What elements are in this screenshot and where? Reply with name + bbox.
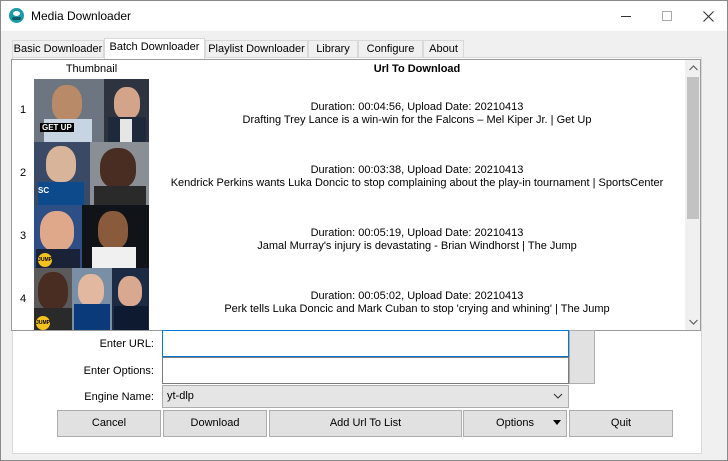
thumbnail-caption: JUMP bbox=[38, 253, 52, 267]
dropdown-arrow-icon bbox=[553, 420, 561, 425]
table-row[interactable]: 4 JUMP Duration: 00:05:02, Upload Date: … bbox=[12, 268, 685, 330]
engine-select[interactable]: yt-dlp bbox=[162, 385, 569, 408]
url-column-header[interactable]: Url To Download bbox=[149, 60, 685, 79]
chevron-down-icon bbox=[688, 319, 698, 325]
video-title: Drafting Trey Lance is a win-win for the… bbox=[242, 114, 592, 126]
thumbnail-caption: SC bbox=[38, 186, 50, 195]
thumbnail-caption: JUMP bbox=[36, 316, 50, 330]
url-cell[interactable]: Duration: 00:03:38, Upload Date: 2021041… bbox=[149, 142, 685, 205]
video-thumbnail: GET UP bbox=[34, 79, 149, 142]
video-title: Perk tells Luka Doncic and Mark Cuban to… bbox=[224, 303, 610, 315]
thumbnail-caption: GET UP bbox=[40, 123, 74, 132]
url-cell[interactable]: Duration: 00:05:02, Upload Date: 2021041… bbox=[149, 268, 685, 330]
video-thumbnail: JUMP bbox=[34, 268, 149, 330]
minimize-button[interactable] bbox=[603, 1, 649, 31]
options-dropdown-button[interactable]: Options bbox=[463, 410, 567, 437]
tab-batch-downloader[interactable]: Batch Downloader bbox=[104, 38, 205, 59]
video-info: Duration: 00:05:02, Upload Date: 2021041… bbox=[310, 290, 524, 302]
maximize-button[interactable] bbox=[644, 1, 690, 31]
quit-button[interactable]: Quit bbox=[569, 410, 673, 437]
scroll-down-button[interactable] bbox=[685, 314, 700, 330]
chevron-down-icon bbox=[553, 393, 563, 399]
engine-selected-value: yt-dlp bbox=[167, 390, 194, 402]
row-number: 4 bbox=[19, 293, 27, 305]
url-cell[interactable]: Duration: 00:05:19, Upload Date: 2021041… bbox=[149, 205, 685, 268]
options-input[interactable] bbox=[162, 357, 569, 384]
tab-playlist-downloader[interactable]: Playlist Downloader bbox=[205, 40, 308, 58]
scroll-thumb[interactable] bbox=[687, 77, 699, 219]
thumbnail-column-header[interactable]: Thumbnail bbox=[34, 60, 149, 79]
table-row[interactable]: 1 GET UP Duration: 00:04:56, Upload Date… bbox=[12, 79, 685, 142]
tab-about[interactable]: About bbox=[423, 40, 464, 58]
cancel-button[interactable]: Cancel bbox=[57, 410, 161, 437]
row-number: 3 bbox=[19, 230, 27, 242]
row-number: 1 bbox=[19, 104, 27, 116]
add-url-to-list-button[interactable]: Add Url To List bbox=[269, 410, 462, 437]
title-bar[interactable]: Media Downloader bbox=[1, 1, 727, 31]
tab-basic-downloader[interactable]: Basic Downloader bbox=[12, 40, 104, 58]
video-thumbnail: JUMP bbox=[34, 205, 149, 268]
download-button[interactable]: Download bbox=[163, 410, 267, 437]
tab-library[interactable]: Library bbox=[308, 40, 358, 58]
url-cell[interactable]: Duration: 00:04:56, Upload Date: 2021041… bbox=[149, 79, 685, 142]
video-title: Jamal Murray's injury is devastating - B… bbox=[257, 240, 577, 252]
window-title: Media Downloader bbox=[31, 9, 132, 23]
options-button-label: Options bbox=[496, 417, 534, 429]
close-button[interactable] bbox=[685, 1, 728, 31]
video-thumbnail: SC bbox=[34, 142, 149, 205]
app-logo-icon bbox=[9, 8, 24, 23]
table-scrollbar[interactable] bbox=[685, 60, 700, 330]
engine-label: Engine Name: bbox=[84, 391, 154, 403]
table-row[interactable]: 2 SC Duration: 00:03:38, Upload Date: 20… bbox=[12, 142, 685, 205]
options-label: Enter Options: bbox=[83, 365, 154, 377]
chevron-up-icon bbox=[688, 65, 698, 71]
download-list-table[interactable]: Thumbnail Url To Download 1 GET UP Durat… bbox=[11, 59, 701, 331]
close-icon bbox=[702, 10, 714, 22]
minimize-icon bbox=[621, 15, 631, 17]
scroll-up-button[interactable] bbox=[685, 60, 700, 76]
row-number: 2 bbox=[19, 167, 27, 179]
url-input[interactable] bbox=[162, 330, 569, 357]
tab-configure[interactable]: Configure bbox=[358, 40, 423, 58]
main-window: Media Downloader Basic Downloader Batch … bbox=[0, 0, 728, 461]
video-info: Duration: 00:03:38, Upload Date: 2021041… bbox=[310, 164, 524, 176]
video-title: Kendrick Perkins wants Luka Doncic to st… bbox=[170, 177, 664, 189]
video-info: Duration: 00:04:56, Upload Date: 2021041… bbox=[310, 101, 524, 113]
maximize-icon bbox=[662, 11, 672, 21]
table-row[interactable]: 3 JUMP Duration: 00:05:19, Upload Date: … bbox=[12, 205, 685, 268]
url-side-button[interactable] bbox=[569, 330, 595, 384]
video-info: Duration: 00:05:19, Upload Date: 2021041… bbox=[310, 227, 524, 239]
url-label: Enter URL: bbox=[99, 338, 154, 350]
